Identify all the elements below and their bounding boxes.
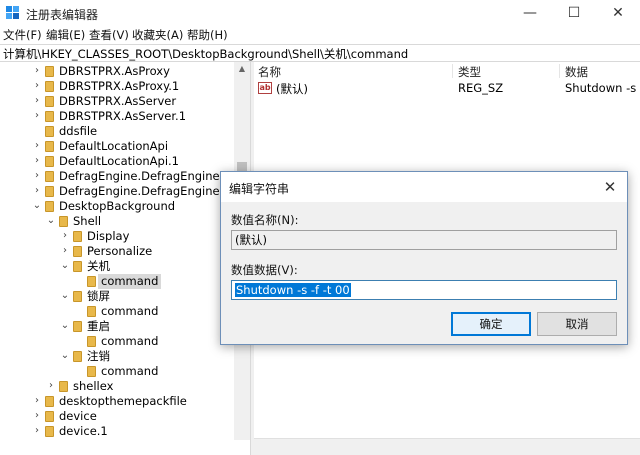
dialog-close-button[interactable]: ✕ <box>599 176 621 198</box>
chevron-right-icon[interactable]: › <box>32 110 42 122</box>
chevron-right-icon[interactable]: › <box>32 170 42 182</box>
scroll-up-icon[interactable]: ▲ <box>234 62 250 76</box>
value-type: REG_SZ <box>458 81 504 95</box>
column-header-data[interactable]: 数据 <box>565 64 588 80</box>
window-title: 注册表编辑器 <box>26 8 99 22</box>
folder-icon <box>73 246 82 257</box>
edit-string-dialog: 编辑字符串 ✕ 数值名称(N): (默认) 数值数据(V): Shutdown … <box>220 171 628 345</box>
menu-edit[interactable]: 编辑(E) <box>46 27 85 43</box>
folder-icon <box>45 126 54 137</box>
dialog-title-bar[interactable]: 编辑字符串 ✕ <box>221 172 627 202</box>
maximize-button[interactable]: ☐ <box>552 0 596 26</box>
menu-file[interactable]: 文件(F) <box>3 27 42 43</box>
chevron-right-icon[interactable]: › <box>60 245 70 257</box>
folder-icon <box>59 381 68 392</box>
value-row[interactable]: ab (默认) REG_SZ Shutdown -s -f <box>254 80 640 96</box>
close-window-button[interactable]: ✕ <box>596 0 640 26</box>
value-name-label: 数值名称(N): <box>231 213 299 227</box>
folder-icon <box>87 366 96 377</box>
dialog-title: 编辑字符串 <box>229 182 290 196</box>
folder-icon <box>45 66 54 77</box>
folder-icon <box>45 201 54 212</box>
list-scrollbar[interactable] <box>254 438 640 455</box>
minimize-button[interactable]: — <box>508 0 552 26</box>
chevron-right-icon[interactable]: › <box>60 230 70 242</box>
value-data: Shutdown -s -f <box>565 81 640 95</box>
folder-icon <box>45 141 54 152</box>
cancel-button[interactable]: 取消 <box>537 312 617 336</box>
selected-text[interactable]: Shutdown -s -f -t 00 <box>235 283 351 297</box>
folder-icon <box>73 321 82 332</box>
column-divider[interactable] <box>559 64 560 78</box>
folder-icon <box>87 336 96 347</box>
chevron-down-icon[interactable]: ⌄ <box>60 290 70 302</box>
ok-button[interactable]: 确定 <box>451 312 531 336</box>
address-bar[interactable]: 计算机\HKEY_CLASSES_ROOT\DesktopBackground\… <box>0 44 640 62</box>
chevron-down-icon[interactable]: ⌄ <box>46 215 56 227</box>
chevron-right-icon[interactable]: › <box>46 380 56 392</box>
title-bar: 注册表编辑器 — ☐ ✕ <box>0 0 640 26</box>
chevron-down-icon[interactable]: ⌄ <box>60 350 70 362</box>
column-divider[interactable] <box>452 64 453 78</box>
folder-icon <box>45 171 54 182</box>
chevron-right-icon[interactable]: › <box>32 80 42 92</box>
folder-icon <box>59 216 68 227</box>
chevron-right-icon[interactable]: › <box>32 65 42 77</box>
folder-icon <box>45 426 54 437</box>
column-header-name[interactable]: 名称 <box>258 64 281 80</box>
string-value-icon: ab <box>258 82 272 94</box>
folder-icon <box>45 111 54 122</box>
menu-view[interactable]: 查看(V) <box>89 27 129 43</box>
folder-icon <box>45 411 54 422</box>
chevron-right-icon[interactable]: › <box>32 155 42 167</box>
menu-favorites[interactable]: 收藏夹(A) <box>132 27 183 43</box>
folder-icon <box>73 231 82 242</box>
chevron-right-icon[interactable]: › <box>32 395 42 407</box>
regedit-window: 注册表编辑器 — ☐ ✕ 文件(F) 编辑(E) 查看(V) 收藏夹(A) 帮助… <box>0 0 640 455</box>
folder-icon <box>45 396 54 407</box>
value-data-label: 数值数据(V): <box>231 263 298 277</box>
folder-icon <box>45 96 54 107</box>
folder-icon <box>73 261 82 272</box>
chevron-down-icon[interactable]: ⌄ <box>60 320 70 332</box>
folder-icon <box>87 276 96 287</box>
chevron-right-icon[interactable]: › <box>32 95 42 107</box>
chevron-right-icon[interactable]: › <box>32 425 42 437</box>
value-name-field: (默认) <box>231 230 617 250</box>
folder-icon <box>73 291 82 302</box>
folder-icon <box>73 351 82 362</box>
address-path[interactable]: 计算机\HKEY_CLASSES_ROOT\DesktopBackground\… <box>3 46 408 62</box>
folder-icon <box>45 81 54 92</box>
key-tree: › DBRSTPRX.AsProxy › DBRSTPRX.AsProxy.1 › D… <box>0 62 250 455</box>
folder-icon <box>45 156 54 167</box>
menu-bar: 文件(F) 编辑(E) 查看(V) 收藏夹(A) 帮助(H) <box>0 26 640 44</box>
menu-help[interactable]: 帮助(H) <box>187 27 228 43</box>
regedit-icon <box>6 6 21 20</box>
value-name[interactable]: (默认) <box>276 81 308 97</box>
chevron-down-icon[interactable]: ⌄ <box>60 260 70 272</box>
chevron-right-icon[interactable]: › <box>32 140 42 152</box>
column-header-type[interactable]: 类型 <box>458 64 481 80</box>
value-data-input[interactable]: Shutdown -s -f -t 00 <box>231 280 617 300</box>
chevron-right-icon[interactable]: › <box>32 185 42 197</box>
chevron-right-icon[interactable]: › <box>32 410 42 422</box>
folder-icon <box>45 186 54 197</box>
chevron-down-icon[interactable]: ⌄ <box>32 200 42 212</box>
folder-icon <box>87 306 96 317</box>
